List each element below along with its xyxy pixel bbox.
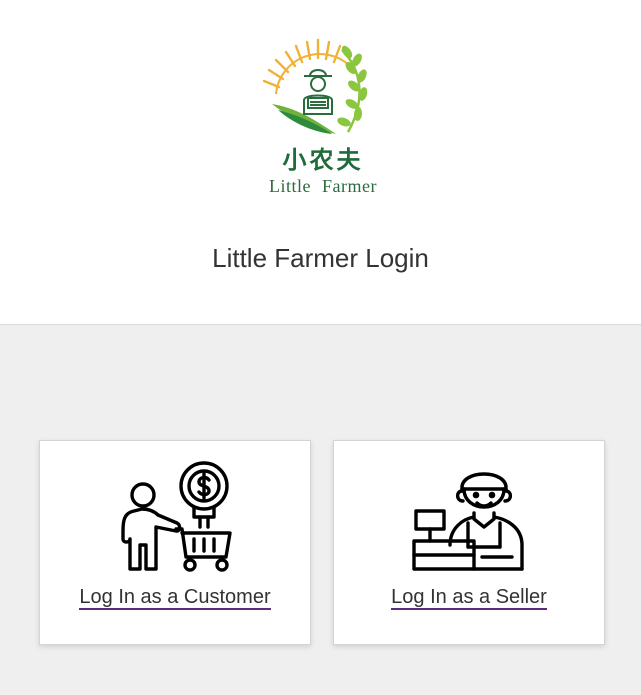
customer-login-link[interactable]: Log In as a Customer [40, 586, 310, 610]
shopper-cart-icon [121, 461, 232, 572]
logo-chinese-text: 小农夫 [282, 145, 364, 174]
little-farmer-logo: 小农夫 Little Farmer [258, 36, 388, 198]
customer-login-link-label[interactable]: Log In as a Customer [79, 586, 271, 610]
seller-login-card[interactable]: Log In as a Seller [333, 440, 605, 645]
page-title: Little Farmer Login [212, 243, 429, 273]
customer-login-card[interactable]: Log In as a Customer [39, 440, 311, 645]
header: 小农夫 Little Farmer Little Farmer Login [0, 0, 641, 325]
logo-english-text: Little Farmer [269, 176, 377, 196]
cashier-seller-icon [412, 472, 524, 571]
farmer-logo-icon [262, 38, 368, 134]
seller-login-link[interactable]: Log In as a Seller [334, 586, 604, 610]
login-options-section: Log In as a Customer Log In as a Seller [0, 325, 641, 695]
seller-login-link-label[interactable]: Log In as a Seller [391, 586, 547, 610]
